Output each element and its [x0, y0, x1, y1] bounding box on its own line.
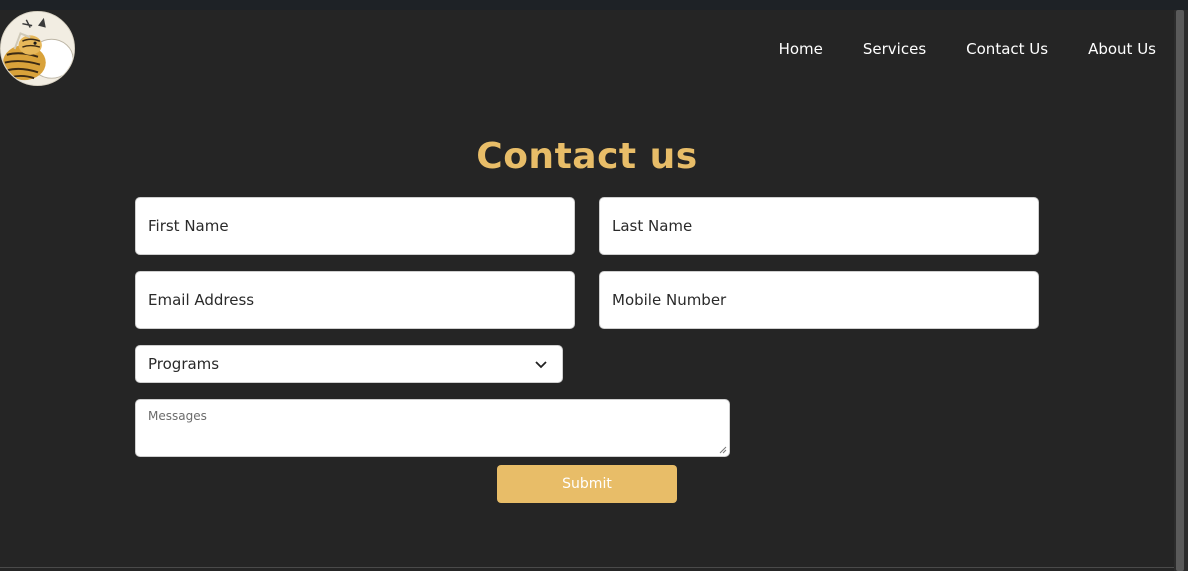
- messages-textarea[interactable]: Messages: [135, 399, 730, 457]
- page-title: Contact us: [476, 136, 698, 177]
- mobile-number-field[interactable]: Mobile Number: [599, 271, 1039, 329]
- email-placeholder: Email Address: [148, 291, 255, 309]
- first-name-placeholder: First Name: [148, 217, 229, 235]
- first-name-field[interactable]: First Name: [135, 197, 575, 255]
- last-name-placeholder: Last Name: [612, 217, 693, 235]
- tiger-logo-icon: [1, 12, 74, 85]
- main-nav: Home Services Contact Us About Us: [779, 38, 1156, 60]
- nav-services[interactable]: Services: [863, 38, 926, 60]
- page-scrollbar[interactable]: [1174, 10, 1188, 571]
- submit-button[interactable]: Submit: [497, 465, 677, 503]
- last-name-field[interactable]: Last Name: [599, 197, 1039, 255]
- programs-select[interactable]: Programs: [135, 345, 563, 383]
- nav-home[interactable]: Home: [779, 38, 823, 60]
- top-strip: [0, 0, 1188, 10]
- messages-placeholder: Messages: [148, 409, 207, 423]
- nav-about-us[interactable]: About Us: [1088, 38, 1156, 60]
- chevron-down-icon: [535, 361, 547, 369]
- nav-contact-us[interactable]: Contact Us: [966, 38, 1048, 60]
- site-logo[interactable]: [0, 11, 75, 86]
- email-field[interactable]: Email Address: [135, 271, 575, 329]
- footer-divider: [0, 567, 1174, 568]
- resize-handle-icon[interactable]: [718, 445, 727, 454]
- scrollbar-thumb[interactable]: [1176, 10, 1184, 571]
- programs-selected-value: Programs: [148, 355, 220, 373]
- mobile-number-placeholder: Mobile Number: [612, 291, 727, 309]
